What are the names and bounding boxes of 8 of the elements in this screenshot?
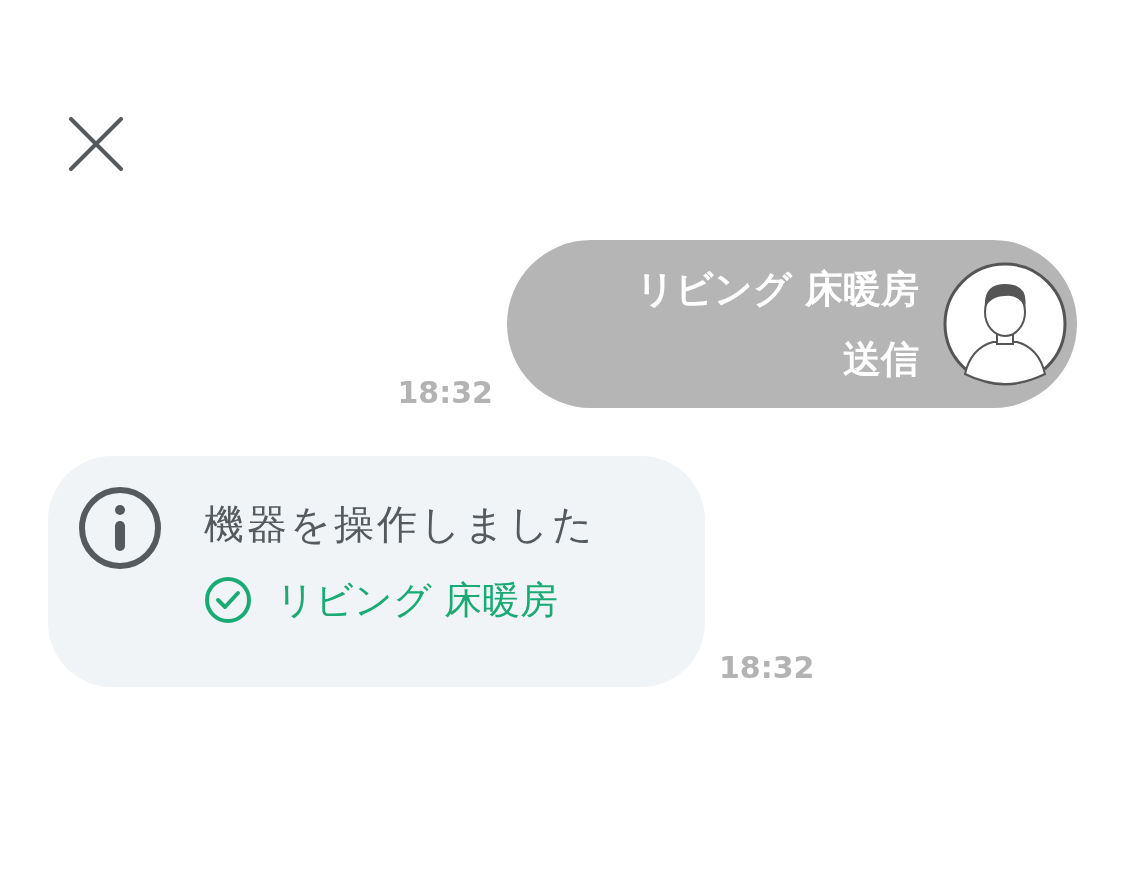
message-text: 送信	[843, 336, 919, 383]
message-text: リビング 床暖房	[635, 266, 919, 313]
close-button[interactable]	[68, 116, 124, 172]
info-icon	[78, 486, 162, 570]
device-name: リビング 床暖房	[276, 577, 559, 624]
message-time: 18:32	[719, 653, 815, 683]
message-time: 18:32	[397, 378, 493, 408]
message-text: 機器を操作しました	[204, 500, 596, 548]
